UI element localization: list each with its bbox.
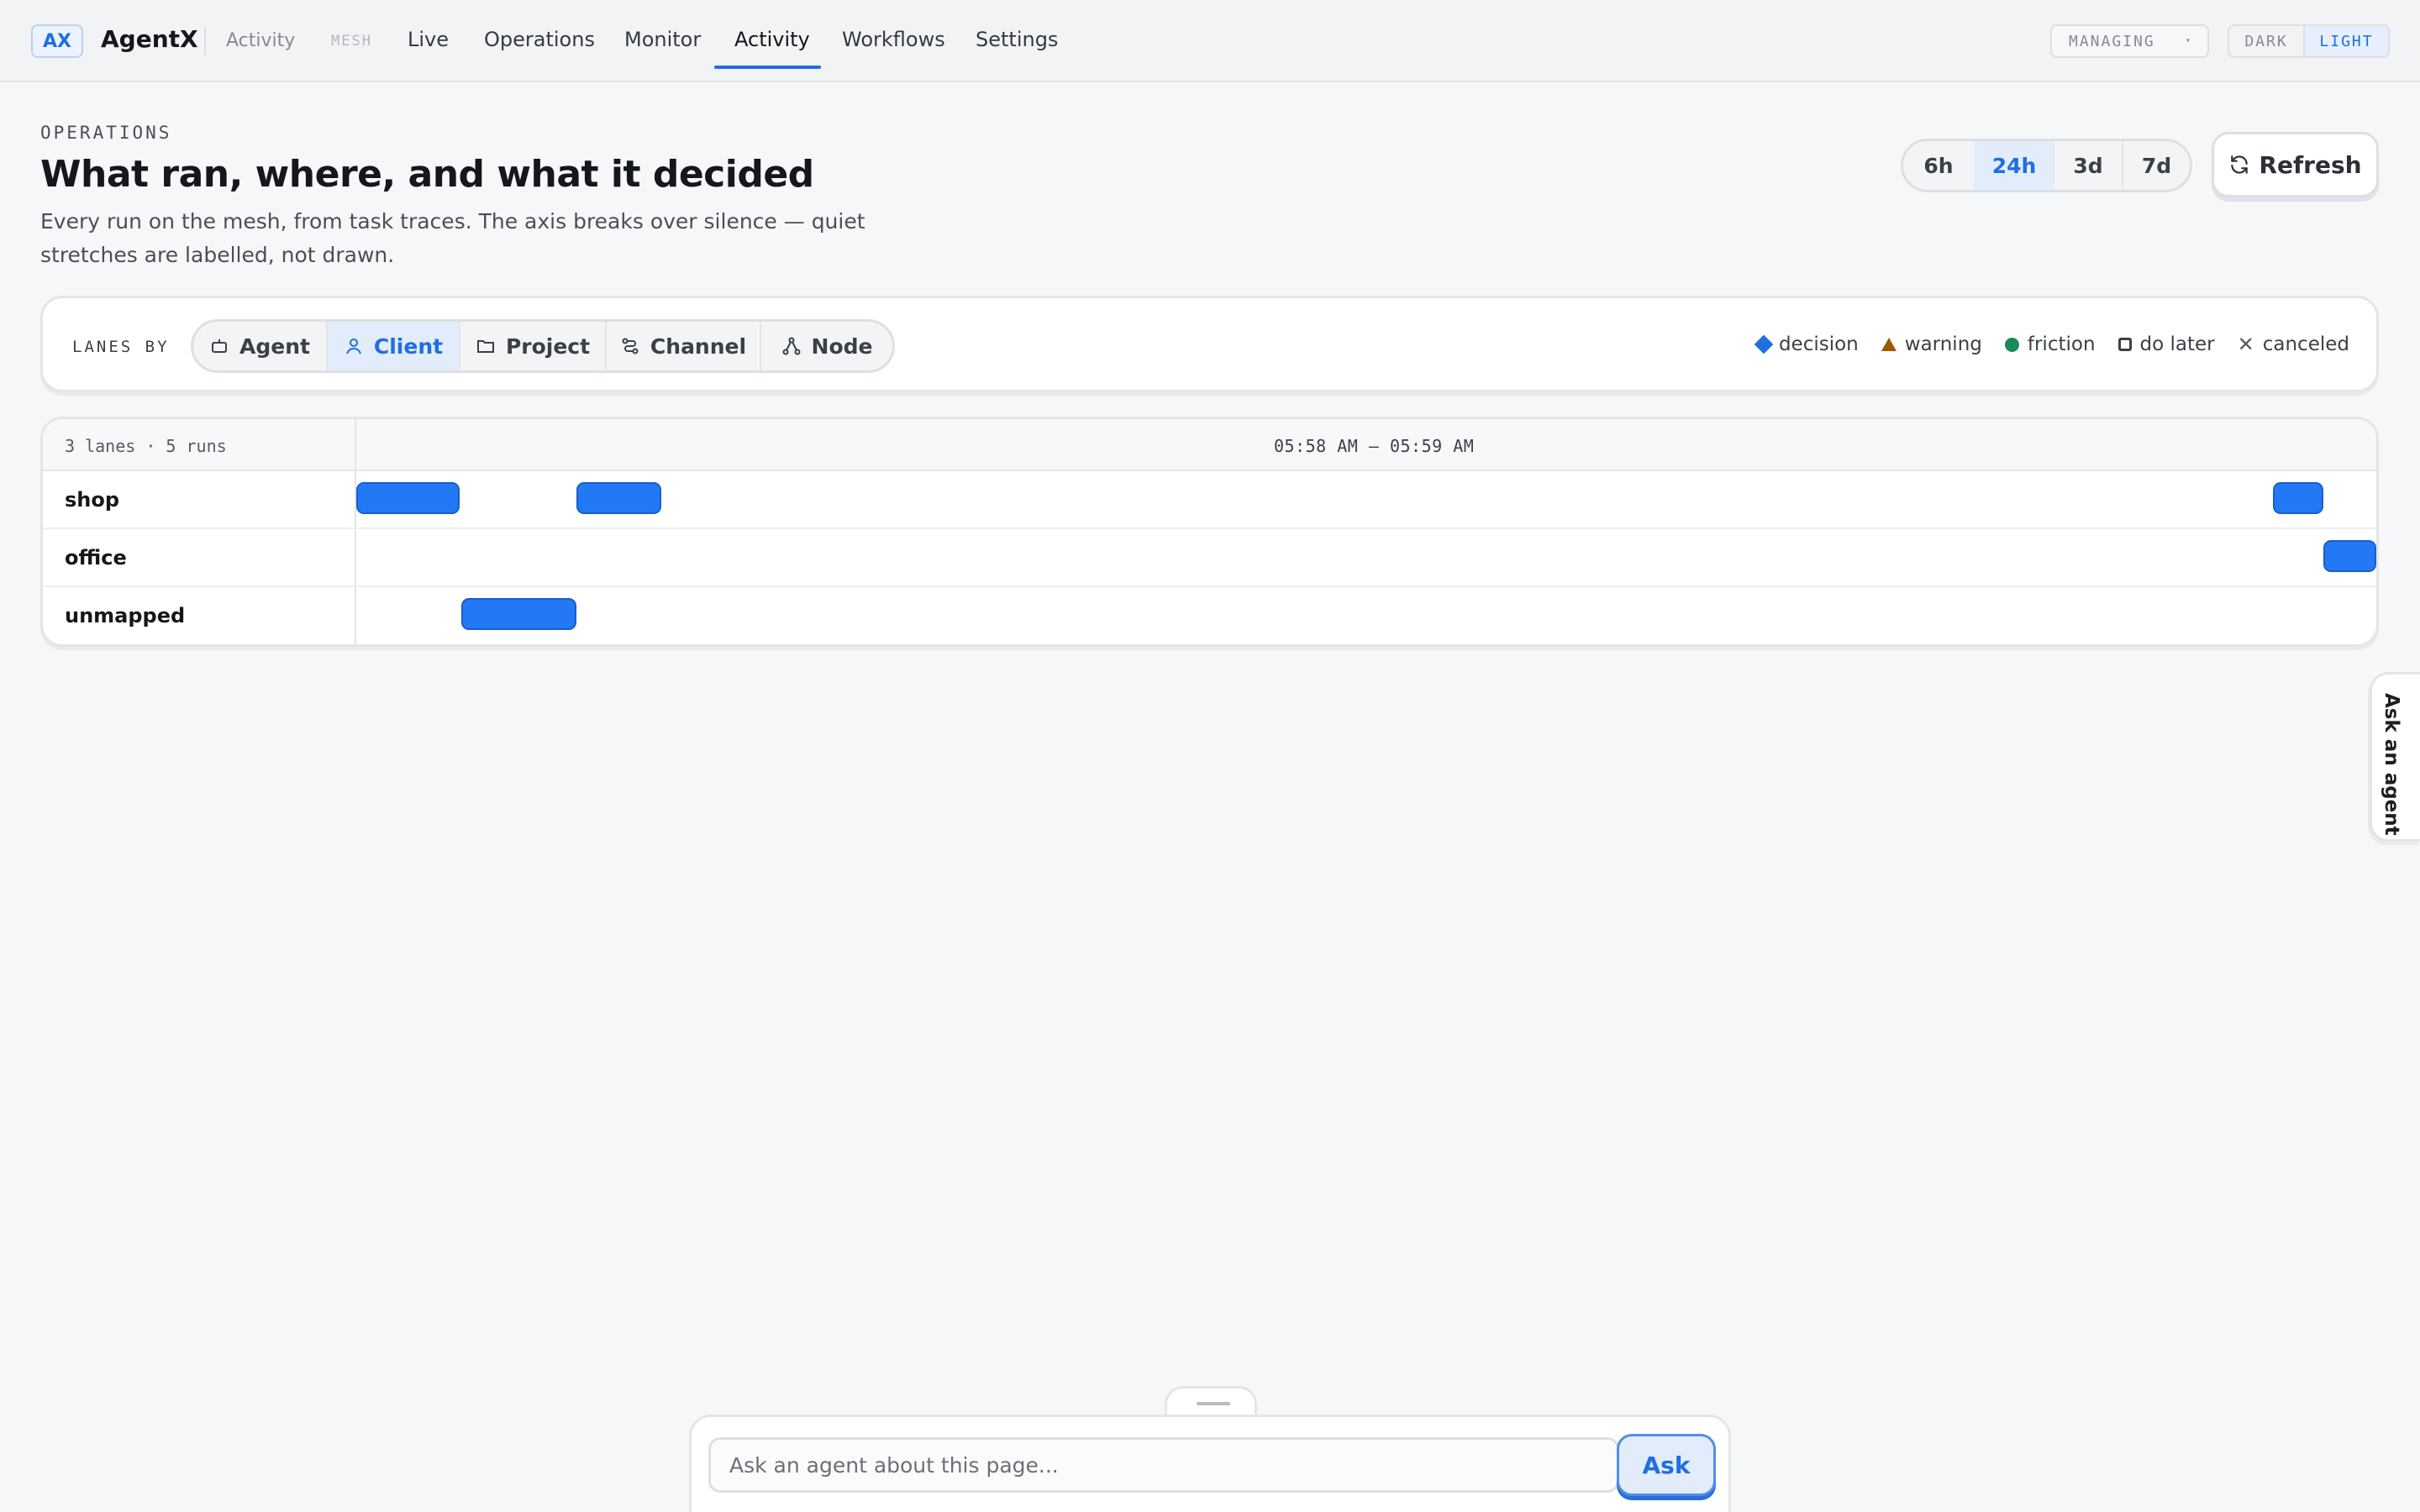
robot-icon	[212, 339, 228, 353]
run-bar[interactable]	[461, 598, 577, 630]
run-bar[interactable]	[2273, 482, 2324, 514]
legend-friction: friction	[2004, 333, 2096, 355]
ask-input[interactable]	[708, 1437, 1619, 1493]
person-icon	[345, 339, 361, 354]
route-icon	[622, 338, 639, 354]
nav-monitor[interactable]: Monitor	[624, 28, 701, 51]
nav-settings[interactable]: Settings	[976, 28, 1058, 51]
breadcrumb-activity: Activity	[226, 30, 296, 51]
lanes-by-project[interactable]: Project	[460, 322, 607, 370]
page-title: What ran, where, and what it decided	[40, 153, 814, 196]
range-24h[interactable]: 24h	[1974, 141, 2054, 190]
nav-activity[interactable]: Activity	[734, 28, 810, 51]
lanes-by-node-label: Node	[811, 333, 873, 359]
range-3d[interactable]: 3d	[2054, 141, 2123, 190]
timeline-range-label: 05:58 AM – 05:59 AM	[1274, 436, 1475, 456]
lanes-by-client[interactable]: Client	[328, 322, 460, 370]
time-range-selector: 6h 24h 3d 7d	[1901, 139, 2192, 192]
run-bar[interactable]	[576, 482, 661, 514]
managing-dropdown[interactable]: MANAGING ▾	[2050, 24, 2209, 58]
ask-panel: Ask	[689, 1415, 1731, 1512]
lane-row: shop	[43, 471, 2376, 529]
lane-row: unmapped	[43, 587, 2376, 644]
lanes-by-project-label: Project	[505, 333, 591, 359]
nav-operations[interactable]: Operations	[484, 28, 595, 51]
top-navigation-bar: AX AgentX Activity MESH Live Operations …	[0, 0, 2420, 82]
lanes-by-channel[interactable]: Channel	[607, 322, 761, 370]
mesh-label: MESH	[331, 33, 372, 50]
refresh-button[interactable]: Refresh	[2212, 132, 2379, 197]
refresh-label: Refresh	[2259, 150, 2362, 179]
legend-canceled-label: canceled	[2262, 333, 2349, 355]
lanes-by-agent-label: Agent	[239, 333, 310, 359]
app-logo-badge[interactable]: AX	[31, 24, 83, 58]
lanes-by-node[interactable]: Node	[761, 322, 892, 370]
triangle-icon	[1881, 338, 1897, 351]
lane-row: office	[43, 529, 2376, 587]
lane-name[interactable]: shop	[65, 488, 119, 512]
legend-do-later-label: do later	[2139, 333, 2215, 355]
nav-active-indicator	[714, 66, 821, 69]
page-kicker: OPERATIONS	[40, 123, 172, 143]
nav-live[interactable]: Live	[408, 28, 449, 51]
lanes-by-panel: LANES BY Agent Client Project Channel No…	[40, 296, 2379, 392]
lane-name[interactable]: unmapped	[65, 604, 185, 627]
page-subtitle: Every run on the mesh, from task traces.…	[40, 209, 865, 267]
run-bar[interactable]	[2323, 540, 2376, 572]
theme-light-button[interactable]: LIGHT	[2305, 26, 2388, 56]
legend-canceled: ✕ canceled	[2238, 333, 2349, 355]
ask-button[interactable]: Ask	[1617, 1434, 1716, 1496]
side-tab-label: Ask an agent	[2381, 693, 2402, 836]
managing-label: MANAGING	[2069, 32, 2155, 50]
folder-icon	[476, 340, 494, 353]
app-name[interactable]: AgentX	[101, 25, 198, 53]
lanes-by-agent[interactable]: Agent	[193, 322, 328, 370]
theme-dark-button[interactable]: DARK	[2229, 26, 2305, 56]
timeline-summary: 3 lanes · 5 runs	[65, 436, 227, 456]
lane-name[interactable]: office	[65, 546, 127, 570]
legend: decision warning friction do later ✕ can…	[1754, 333, 2349, 355]
timeline-header: 3 lanes · 5 runs 05:58 AM – 05:59 AM	[43, 419, 2376, 471]
legend-decision-label: decision	[1778, 333, 1859, 355]
network-icon	[782, 337, 801, 355]
brand-divider	[204, 27, 206, 55]
chevron-down-icon: ▾	[2185, 36, 2192, 45]
timeline-table: 3 lanes · 5 runs 05:58 AM – 05:59 AM sho…	[40, 417, 2379, 647]
range-6h[interactable]: 6h	[1903, 141, 1974, 190]
legend-warning-label: warning	[1904, 333, 1982, 355]
dot-icon	[2004, 337, 2019, 352]
run-bar[interactable]	[356, 482, 460, 514]
lanes-by-client-label: Client	[373, 333, 444, 359]
refresh-icon	[2231, 155, 2249, 174]
legend-warning: warning	[1881, 333, 1982, 355]
nav-workflows[interactable]: Workflows	[842, 28, 945, 51]
theme-toggle: DARK LIGHT	[2228, 24, 2390, 58]
legend-do-later: do later	[2118, 333, 2215, 355]
lanes-by-channel-label: Channel	[650, 333, 747, 359]
legend-decision: decision	[1754, 333, 1859, 355]
square-icon	[2118, 338, 2132, 351]
lanes-by-label: LANES BY	[72, 338, 170, 356]
x-icon: ✕	[2237, 333, 2254, 356]
diamond-icon	[1754, 334, 1774, 354]
ask-agent-side-tab[interactable]: Ask an agent	[2370, 672, 2420, 842]
legend-friction-label: friction	[2027, 333, 2096, 355]
lanes-by-selector: Agent Client Project Channel Node	[191, 319, 895, 373]
range-7d[interactable]: 7d	[2123, 141, 2190, 190]
